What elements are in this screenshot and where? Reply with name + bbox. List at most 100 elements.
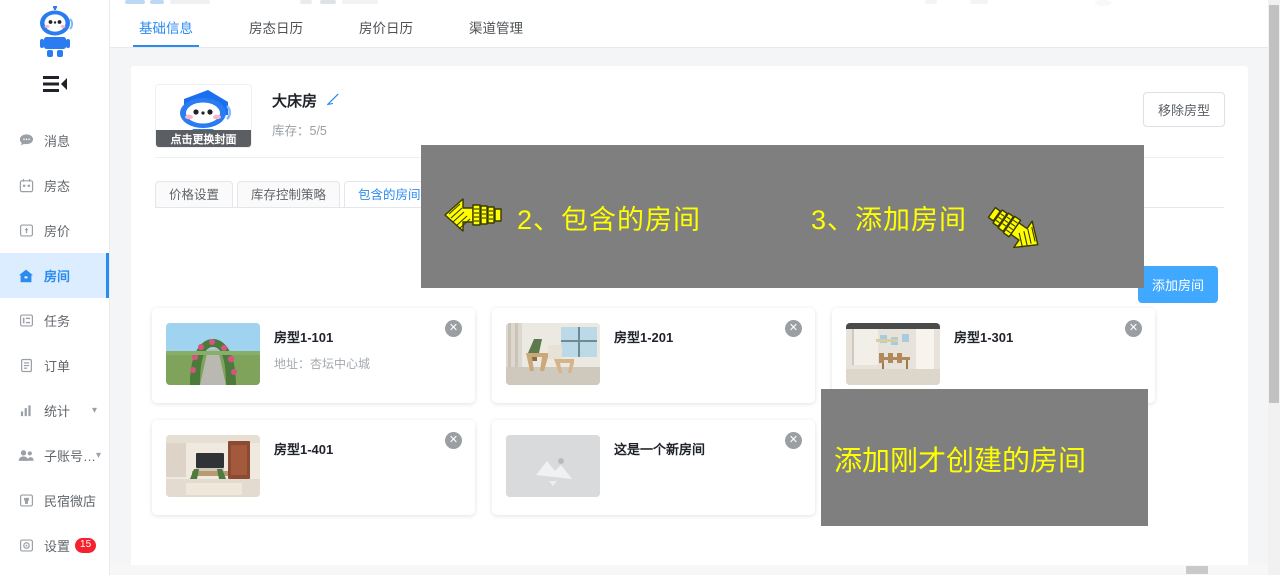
horizontal-scrollbar-thumb[interactable] (1186, 566, 1208, 574)
order-icon (18, 358, 34, 374)
tab-room-status-calendar[interactable]: 房态日历 (247, 17, 305, 47)
sidebar-item-label: 设置 (44, 539, 71, 554)
sidebar-item-orders[interactable]: 订单 (0, 343, 109, 388)
room-card-name: 这是一个新房间 (614, 442, 706, 457)
collapse-menu-button[interactable] (0, 62, 109, 106)
ghost-item (925, 0, 937, 4)
gear-icon (18, 538, 34, 554)
settings-badge: 15 (75, 538, 97, 553)
close-icon[interactable]: ✕ (1125, 320, 1142, 337)
hand-pointing-right-icon (983, 199, 1045, 262)
annotation-overlay-top: 2、包含的房间 3、添加房间 (421, 145, 1144, 288)
tab-channel-management[interactable]: 渠道管理 (467, 17, 525, 47)
task-icon (18, 313, 34, 329)
message-icon (18, 133, 34, 149)
sidebar-item-label: 房价 (44, 224, 71, 239)
tab-room-price-calendar[interactable]: 房价日历 (357, 17, 415, 47)
calendar-icon (18, 178, 34, 194)
shop-icon (18, 493, 34, 509)
bar-chart-icon (18, 403, 34, 419)
sidebar-item-rooms[interactable]: 房间 (0, 253, 109, 298)
cover-caption: 点击更换封面 (156, 130, 251, 147)
top-toolbar-clipped (110, 0, 1268, 7)
close-icon[interactable]: ✕ (785, 320, 802, 337)
tab-basic-info[interactable]: 基础信息 (133, 17, 199, 47)
lobby-tv-photo (166, 435, 260, 497)
ghost-item (170, 0, 210, 4)
ghost-item (125, 0, 145, 4)
price-tag-icon (18, 223, 34, 239)
garden-arch-photo (166, 323, 260, 385)
room-type-stock: 库存：5/5 (272, 124, 327, 138)
room-card-text: 房型1-301 (954, 323, 1013, 355)
annotation-bottom-text: 添加刚才创建的房间 (834, 445, 1087, 476)
living-chair-photo (506, 323, 600, 385)
sidebar-item-room-status[interactable]: 房态 (0, 163, 109, 208)
horizontal-scrollbar[interactable] (110, 565, 1268, 575)
room-card-name: 房型1-301 (954, 330, 1014, 345)
sidebar: 消息 房态 房价 房间 任务 订单 统计 ▾ 子账号… ▾ 民宿微店 设置 15 (0, 0, 110, 575)
ghost-item (300, 0, 312, 4)
sidebar-item-messages[interactable]: 消息 (0, 118, 109, 163)
ghost-item (150, 0, 164, 4)
sidebar-item-statistics[interactable]: 统计 ▾ (0, 388, 109, 433)
image-placeholder-icon (506, 435, 600, 497)
chevron-down-icon: ▾ (96, 450, 102, 461)
room-card-name: 房型1-401 (274, 442, 334, 457)
sidebar-item-label: 订单 (44, 359, 71, 374)
remove-room-type-button[interactable]: 移除房型 (1142, 92, 1225, 127)
sidebar-nav: 消息 房态 房价 房间 任务 订单 统计 ▾ 子账号… ▾ 民宿微店 设置 15 (0, 118, 109, 568)
annotation-overlay-bottom: 添加刚才创建的房间 (821, 389, 1148, 526)
close-icon[interactable]: ✕ (445, 432, 462, 449)
subtab-price-settings[interactable]: 价格设置 (155, 180, 234, 208)
room-card-name: 房型1-201 (614, 330, 674, 345)
annotation-step3-text: 3、添加房间 (811, 204, 968, 235)
room-card-text: 房型1-401 (274, 435, 333, 467)
room-card-name: 房型1-101 (274, 330, 334, 345)
room-card[interactable]: 房型1-101 地址：杏坛中心城 ✕ (152, 308, 475, 403)
subtab-inventory-policy[interactable]: 库存控制策略 (237, 180, 341, 208)
home-icon (18, 268, 34, 284)
ghost-item (970, 0, 988, 4)
room-card[interactable]: 房型1-401 ✕ (152, 420, 475, 515)
page-tabs: 基础信息 房态日历 房价日历 渠道管理 (110, 7, 1268, 48)
ghost-item (320, 0, 336, 4)
sidebar-item-label: 任务 (44, 314, 71, 329)
annotation-row: 2、包含的房间 3、添加房间 (421, 191, 1144, 248)
ghost-item (342, 0, 378, 4)
ghost-avatar (1095, 0, 1111, 6)
dining-room-photo (846, 323, 940, 385)
sidebar-item-label: 子账号… (44, 449, 97, 464)
room-card-text: 这是一个新房间 (614, 435, 705, 467)
collapse-menu-icon (42, 76, 67, 92)
sidebar-item-settings[interactable]: 设置 15 (0, 523, 109, 568)
sidebar-item-label: 房态 (44, 179, 71, 194)
room-type-title: 大床房 (272, 90, 340, 111)
sidebar-item-tasks[interactable]: 任务 (0, 298, 109, 343)
sidebar-item-label: 统计 (44, 404, 71, 419)
app-logo[interactable] (0, 0, 109, 62)
sidebar-item-microshop[interactable]: 民宿微店 (0, 478, 109, 523)
vertical-scrollbar-thumb[interactable] (1269, 5, 1279, 403)
annotation-step2-text: 2、包含的房间 (517, 204, 702, 235)
close-icon[interactable]: ✕ (445, 320, 462, 337)
sidebar-item-sub-accounts[interactable]: 子账号… ▾ (0, 433, 109, 478)
close-icon[interactable]: ✕ (785, 432, 802, 449)
users-icon (18, 448, 34, 464)
room-card[interactable]: 这是一个新房间 ✕ (492, 420, 815, 515)
sidebar-item-room-price[interactable]: 房价 (0, 208, 109, 253)
pencil-icon[interactable] (326, 92, 340, 110)
room-type-cover[interactable]: 点击更换封面 (155, 84, 252, 148)
sidebar-item-label: 消息 (44, 134, 71, 149)
room-card-text: 房型1-201 (614, 323, 673, 355)
sidebar-item-label: 民宿微店 (44, 494, 97, 509)
add-room-button[interactable]: 添加房间 (1137, 266, 1218, 303)
sidebar-item-label: 房间 (44, 269, 71, 284)
room-card[interactable]: 房型1-201 ✕ (492, 308, 815, 403)
room-card-address: 地址：杏坛中心城 (274, 357, 371, 371)
room-type-name: 大床房 (272, 93, 318, 110)
chevron-down-icon: ▾ (91, 405, 97, 416)
hand-pointing-left-icon (443, 191, 503, 244)
vertical-scrollbar[interactable] (1268, 0, 1280, 575)
room-card-text: 房型1-101 地址：杏坛中心城 (274, 323, 370, 372)
